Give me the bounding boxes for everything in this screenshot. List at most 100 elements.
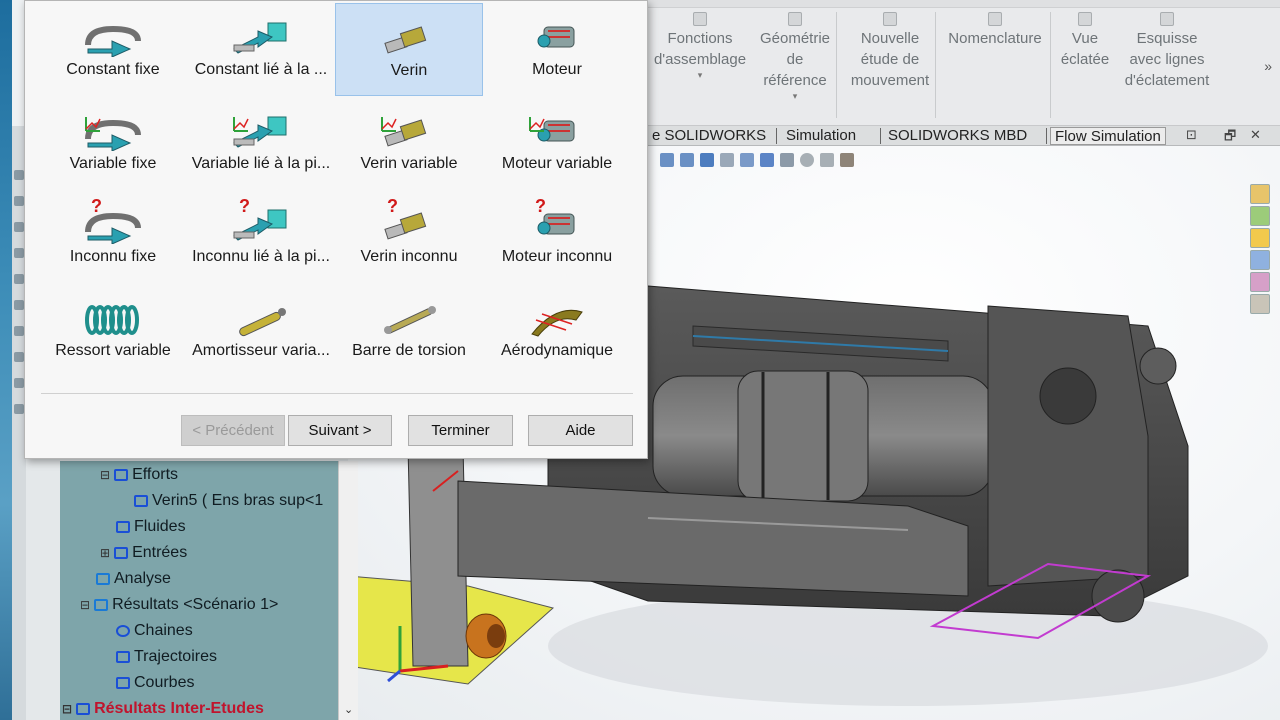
- design-library-icon[interactable]: [1250, 206, 1270, 226]
- section-view-icon[interactable]: [720, 153, 734, 167]
- effort-type-dialog: Constant fixe Constant lié à la ... Verin M…: [24, 0, 648, 459]
- effort-type-option[interactable]: Amortisseur varia...: [187, 284, 335, 377]
- scene-icon[interactable]: [820, 153, 834, 167]
- custom-properties-icon[interactable]: [1250, 294, 1270, 314]
- dropdown-caret-icon[interactable]: ▾: [745, 91, 845, 101]
- tree-item-label: Chaines: [134, 622, 193, 639]
- tree-item[interactable]: Courbes: [116, 674, 194, 692]
- expand-collapse-icon[interactable]: ⊞: [100, 546, 110, 560]
- zoom-to-area-icon[interactable]: [680, 153, 694, 167]
- view-orientation-icon[interactable]: [740, 153, 754, 167]
- ribbon-button-label: Vue: [1071, 30, 1099, 47]
- display-style-icon[interactable]: [760, 153, 774, 167]
- trajectories-icon: [116, 651, 130, 663]
- ribbon-button[interactable]: Nomenclature: [940, 12, 1050, 49]
- effort-type-option[interactable]: ? Moteur inconnu: [483, 190, 631, 283]
- ribbon-button[interactable]: Esquisse avec lignes d'éclatement: [1112, 12, 1222, 91]
- ribbon-button-label: référence: [763, 72, 827, 89]
- previous-button[interactable]: < Précédent: [181, 415, 285, 446]
- effort-type-option[interactable]: Variable lié à la pi...: [187, 97, 335, 190]
- effort-type-label: Variable fixe: [69, 155, 157, 172]
- ribbon-overflow-icon[interactable]: »: [1264, 58, 1272, 74]
- effort-type-label: Barre de torsion: [352, 342, 466, 359]
- dropdown-caret-icon[interactable]: ▾: [650, 70, 750, 80]
- view-settings-icon[interactable]: [840, 153, 854, 167]
- constant-fixed-icon: [85, 25, 141, 57]
- tree-item[interactable]: ⊟ Résultats Inter-Etudes: [62, 700, 264, 718]
- ribbon-button[interactable]: Nouvelle étude de mouvement: [840, 12, 940, 91]
- tab-separator: [880, 128, 881, 144]
- expand-collapse-icon[interactable]: ⊟: [80, 598, 90, 612]
- spring-icon: [85, 305, 139, 335]
- effort-type-option[interactable]: Verin: [335, 3, 483, 96]
- expand-collapse-icon[interactable]: ⊟: [100, 468, 110, 482]
- close-window-icon[interactable]: ✕: [1250, 127, 1261, 143]
- tab-solidworks-mbd[interactable]: SOLIDWORKS MBD: [884, 127, 1031, 145]
- tab-simulation[interactable]: Simulation: [782, 127, 860, 145]
- tree-item[interactable]: Chaines: [116, 622, 193, 640]
- effort-type-option[interactable]: Barre de torsion: [335, 284, 483, 377]
- tool-icon[interactable]: [14, 404, 24, 414]
- tree-item[interactable]: Trajectoires: [116, 648, 217, 666]
- finish-button[interactable]: Terminer: [408, 415, 513, 446]
- effort-type-option[interactable]: Moteur variable: [483, 97, 631, 190]
- tool-icon[interactable]: [14, 222, 24, 232]
- tool-icon[interactable]: [14, 326, 24, 336]
- tool-icon[interactable]: [14, 196, 24, 206]
- tool-icon[interactable]: [14, 274, 24, 284]
- unknown-question-icon: ?: [239, 196, 250, 216]
- ribbon-button-label: Fonctions: [667, 30, 733, 47]
- tool-icon[interactable]: [14, 248, 24, 258]
- dialog-divider: [41, 393, 633, 394]
- tab-solidworks-addins[interactable]: e SOLIDWORKS: [648, 127, 770, 145]
- tree-item[interactable]: ⊞ Entrées: [100, 544, 187, 562]
- tree-item[interactable]: Analyse: [96, 570, 171, 588]
- tree-item[interactable]: ⊟ Efforts: [100, 466, 178, 484]
- effort-type-option[interactable]: Aérodynamique: [483, 284, 631, 377]
- effort-type-option[interactable]: Verin variable: [335, 97, 483, 190]
- effort-type-label: Variable lié à la pi...: [191, 155, 331, 172]
- file-explorer-icon[interactable]: [1250, 228, 1270, 248]
- ribbon-button[interactable]: Fonctions d'assemblage ▾: [650, 12, 750, 80]
- effort-type-option[interactable]: Ressort variable: [39, 284, 187, 377]
- expand-collapse-icon[interactable]: ⊟: [62, 702, 72, 716]
- effort-type-option[interactable]: Constant lié à la ...: [187, 3, 335, 96]
- tree-item-label: Résultats Inter-Etudes: [94, 700, 264, 717]
- ribbon-separator: [836, 12, 837, 118]
- appearances-icon[interactable]: [1250, 272, 1270, 292]
- torsion-bar-icon: [384, 306, 436, 334]
- hide-show-items-icon[interactable]: [780, 153, 794, 167]
- variable-linked-icon: [233, 116, 287, 148]
- home-icon[interactable]: [1250, 184, 1270, 204]
- chains-icon: [116, 625, 130, 637]
- effort-type-option[interactable]: ? Inconnu fixe: [39, 190, 187, 283]
- next-button[interactable]: Suivant >: [288, 415, 392, 446]
- tool-icon[interactable]: [14, 378, 24, 388]
- tool-icon[interactable]: [14, 300, 24, 310]
- effort-type-option[interactable]: ? Inconnu lié à la pi...: [187, 190, 335, 283]
- scroll-down-icon[interactable]: ⌄: [344, 703, 353, 716]
- ribbon-button-label: Nomenclature: [948, 30, 1042, 47]
- tree-item[interactable]: Fluides: [116, 518, 186, 536]
- view-palette-icon[interactable]: [1250, 250, 1270, 270]
- tool-icon[interactable]: [14, 352, 24, 362]
- help-button[interactable]: Aide: [528, 415, 633, 446]
- previous-view-icon[interactable]: [700, 153, 714, 167]
- effort-type-option[interactable]: Constant fixe: [39, 3, 187, 96]
- actuator-icon: [384, 26, 427, 54]
- appearance-icon[interactable]: [800, 153, 814, 167]
- ribbon-button[interactable]: Géométrie de référence ▾: [745, 12, 845, 101]
- tool-icon[interactable]: [14, 170, 24, 180]
- ribbon-button-label: Esquisse: [1136, 30, 1198, 47]
- effort-type-option[interactable]: ? Verin inconnu: [335, 190, 483, 283]
- tree-item[interactable]: ⊟ Résultats <Scénario 1>: [80, 596, 278, 614]
- float-window-icon[interactable]: ⊡: [1186, 127, 1197, 143]
- ribbon-button[interactable]: Vue éclatée: [1060, 12, 1110, 70]
- tree-item[interactable]: Verin5 ( Ens bras sup<1: [134, 492, 323, 510]
- tree-scrollbar[interactable]: ⌄: [338, 461, 358, 720]
- effort-type-option[interactable]: Variable fixe: [39, 97, 187, 190]
- effort-type-option[interactable]: Moteur: [483, 3, 631, 96]
- tab-flow-simulation[interactable]: Flow Simulation: [1050, 127, 1166, 145]
- zoom-to-fit-icon[interactable]: [660, 153, 674, 167]
- tree-item-label: Entrées: [132, 544, 188, 561]
